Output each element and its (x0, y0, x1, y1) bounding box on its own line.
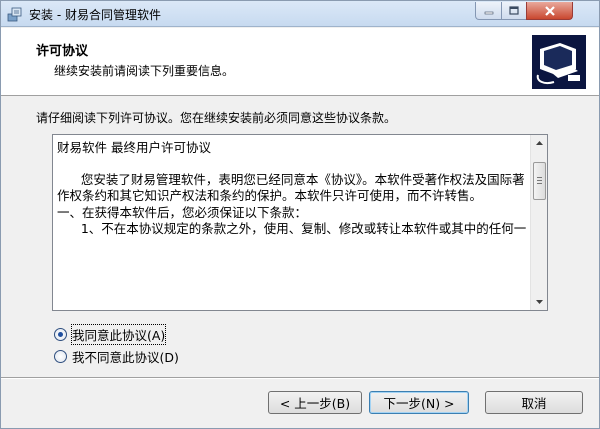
license-line: 财易软件 最终用户许可协议 (57, 140, 211, 155)
license-line: 您安装了财易管理软件，表明您已经同意本《协议》。本软件受著作权法及国际著 (57, 172, 525, 188)
wizard-header: 许可协议 继续安装前请阅读下列重要信息。 (1, 28, 599, 96)
next-button[interactable]: 下一步(N) > (369, 391, 469, 414)
accept-radio-option[interactable]: 我同意此协议(A) (54, 324, 167, 345)
reject-radio-label[interactable]: 我不同意此协议(D) (72, 347, 179, 366)
reject-radio-option[interactable]: 我不同意此协议(D) (54, 347, 179, 366)
license-line: 作权条约和其它知识产权法和条约的保护。本软件只许可使用，而不许转售。 (57, 188, 483, 204)
license-content: 财易软件 最终用户许可协议 您安装了财易管理软件，表明您已经同意本《协议》。本软… (57, 140, 527, 237)
license-text-area[interactable]: 财易软件 最终用户许可协议 您安装了财易管理软件，表明您已经同意本《协议》。本软… (52, 134, 548, 311)
license-line-blank (57, 156, 527, 172)
radio-selected-dot (58, 332, 63, 337)
back-button[interactable]: < 上一步(B) (268, 391, 362, 414)
thumb-grip-line (537, 183, 542, 184)
vertical-scrollbar[interactable] (530, 135, 547, 310)
scroll-down-arrow-icon (535, 300, 543, 304)
scroll-down-button[interactable] (531, 294, 547, 310)
close-button[interactable] (526, 2, 573, 20)
license-line: 1、不在本协议规定的条款之外，使用、复制、修改或转让本软件或其中的任何一 (57, 220, 527, 236)
thumb-grip-line (537, 180, 542, 181)
license-line: 一、在获得本软件后，您必须保证以下条款： (57, 204, 308, 220)
close-icon (544, 5, 555, 16)
window-title: 安装 - 财易合同管理软件 (29, 8, 161, 22)
page-title: 许可协议 (36, 44, 89, 59)
installer-app-icon (7, 7, 22, 22)
accept-radio[interactable] (54, 328, 67, 341)
thumb-grip-line (537, 177, 542, 178)
cancel-button[interactable]: 取消 (485, 391, 583, 414)
accept-radio-label[interactable]: 我同意此协议(A) (70, 324, 167, 345)
minimize-icon (484, 11, 493, 14)
scroll-thumb[interactable] (533, 162, 546, 200)
reject-radio[interactable] (54, 350, 67, 363)
scroll-up-button[interactable] (531, 135, 547, 151)
maximize-button[interactable] (501, 2, 527, 20)
page-subtitle: 继续安装前请阅读下列重要信息。 (54, 64, 235, 78)
title-bar[interactable]: 安装 - 财易合同管理软件 (1, 1, 599, 27)
footer-separator (1, 377, 599, 379)
instruction-text: 请仔细阅读下列许可协议。您在继续安装前必须同意这些协议条款。 (36, 111, 397, 125)
computer-install-logo (532, 35, 586, 89)
installer-window: 安装 - 财易合同管理软件 许可协议 继续安装前请阅读下列重要信息。 请仔细阅读… (0, 0, 600, 429)
maximize-icon (509, 6, 519, 15)
scroll-up-arrow-icon (535, 141, 543, 145)
minimize-button[interactable] (475, 2, 502, 20)
